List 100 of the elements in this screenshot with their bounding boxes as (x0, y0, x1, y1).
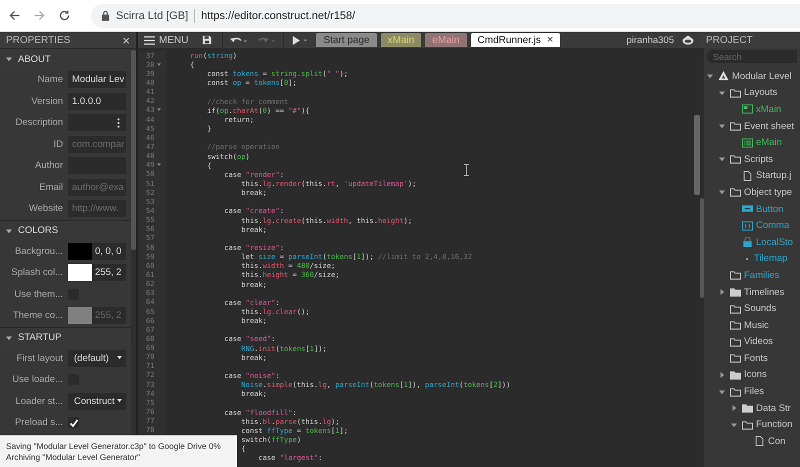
tree-item[interactable]: Scripts (707, 150, 800, 168)
checkbox[interactable] (68, 417, 79, 428)
folder-icon (730, 386, 741, 397)
list-icon (742, 138, 753, 148)
tree-item[interactable]: Function (707, 416, 800, 434)
caret-icon[interactable] (719, 123, 725, 130)
status-message: Archiving "Modular Level Generator" (6, 452, 142, 463)
tree-item[interactable]: xMain (707, 101, 800, 118)
property-label: First layout (16, 352, 64, 364)
tree-item[interactable]: Startup.j (707, 168, 800, 184)
tree-item[interactable]: Fonts (707, 350, 800, 367)
caret-icon[interactable] (707, 73, 713, 80)
tree-item[interactable]: Files (707, 383, 800, 400)
more-icon[interactable] (117, 118, 120, 128)
caret-icon[interactable] (719, 289, 725, 296)
tree-item[interactable]: Button (707, 200, 800, 218)
tree-item[interactable]: Layouts (707, 84, 800, 102)
tree-item[interactable]: Event sheet (707, 118, 800, 134)
color-value[interactable]: 255, 2 (92, 264, 126, 282)
tree-label: Layouts (744, 87, 778, 98)
user-name[interactable]: piranha305 (626, 34, 674, 46)
property-label: Name (36, 74, 64, 86)
reload-icon[interactable] (58, 9, 71, 22)
tree-item[interactable]: Tilemap (707, 250, 800, 268)
caret-icon[interactable] (719, 388, 725, 395)
color-value[interactable]: 0, 0, 0 (92, 242, 126, 260)
tree-label: Sounds (744, 303, 776, 314)
tree-item[interactable]: Comma (707, 217, 800, 234)
tab[interactable]: Start page (316, 33, 377, 47)
tree-item[interactable]: Data Str (707, 400, 800, 416)
property-label: Description (14, 117, 64, 128)
caret-icon[interactable] (719, 156, 725, 162)
property-label: Email (38, 182, 64, 193)
caret-icon[interactable] (731, 422, 737, 428)
section-title: COLORS (18, 225, 58, 236)
caret-icon[interactable] (719, 189, 725, 196)
tree-item[interactable]: Modular Level (707, 68, 800, 85)
text-cursor-icon (464, 164, 469, 176)
caret-icon[interactable] (731, 405, 737, 412)
folder-icon (730, 353, 741, 364)
avatar-icon[interactable] (682, 35, 694, 45)
folder-icon (730, 287, 741, 298)
folder-icon (730, 370, 741, 380)
url-text: https://editor.construct.net/r158/ (201, 10, 356, 22)
tree-label: eMain (756, 137, 782, 148)
search-field[interactable]: Search (707, 50, 797, 63)
tree-item[interactable]: Families (707, 267, 800, 284)
forward-icon[interactable] (33, 9, 46, 22)
tree-item[interactable]: Timelines (707, 284, 800, 300)
status-message: Saving "Modular Level Generator.c3p" to Google Drive 0% (6, 441, 222, 452)
input-field[interactable]: 1.0.0.0 (68, 92, 126, 110)
property-label: Backgrou... (14, 246, 64, 257)
folder-icon (730, 320, 741, 330)
color-swatch[interactable] (68, 242, 92, 260)
dropdown[interactable]: Construct (68, 392, 126, 410)
input-field[interactable]: Modular Lev (68, 71, 126, 88)
tree-label: Object type (744, 186, 792, 198)
back-icon[interactable] (8, 9, 21, 22)
fold-icon[interactable] (157, 108, 161, 112)
file-icon (742, 170, 753, 181)
caret-icon (117, 399, 122, 404)
section-title: STARTUP (18, 332, 62, 343)
folder-icon (730, 270, 741, 280)
property-label: Preload s... (14, 417, 64, 428)
address-bar[interactable]: Scirra Ltd [GB] https://editor.construct.net/r158/ (91, 4, 800, 28)
storage-icon (742, 237, 753, 248)
caret-icon[interactable] (719, 90, 725, 96)
text-box-icon (742, 220, 753, 231)
tree-item[interactable]: Videos (707, 334, 800, 350)
color-swatch[interactable] (68, 264, 92, 282)
caret-icon (117, 356, 122, 360)
dropdown[interactable]: (default) (68, 350, 126, 367)
tree-label: Videos (744, 336, 773, 348)
tree-label: Startup.j (756, 170, 792, 182)
close-icon[interactable]: × (546, 34, 554, 46)
play-icon[interactable] (291, 34, 310, 46)
tree-item[interactable]: Con (707, 433, 800, 450)
tree-label: Music (744, 320, 769, 331)
property-label: Version (30, 96, 64, 107)
tree-item[interactable]: LocalSto (707, 234, 800, 251)
tree-item[interactable]: Sounds (707, 300, 800, 317)
caret-icon[interactable] (719, 372, 725, 378)
fold-icon[interactable] (157, 163, 161, 168)
folder-icon (742, 403, 753, 414)
file-icon (754, 436, 765, 446)
tree-item[interactable]: Music (707, 316, 800, 334)
tree-label: Scripts (744, 154, 774, 165)
tree-item[interactable]: Object type (707, 184, 800, 201)
fold-icon[interactable] (157, 62, 161, 67)
menu-button[interactable]: MENU (144, 34, 192, 46)
close-button[interactable]: × (122, 34, 130, 46)
property-label: ID (52, 138, 64, 150)
tab[interactable]: CmdRunner.js × (470, 33, 560, 47)
lock-icon (101, 10, 110, 21)
save-icon[interactable] (202, 35, 212, 45)
tree-label: Con (768, 436, 786, 447)
input-field[interactable] (68, 114, 126, 132)
tree-item[interactable]: eMain (707, 134, 800, 151)
folder-icon (730, 88, 741, 98)
tree-item[interactable]: Icons (707, 366, 800, 384)
